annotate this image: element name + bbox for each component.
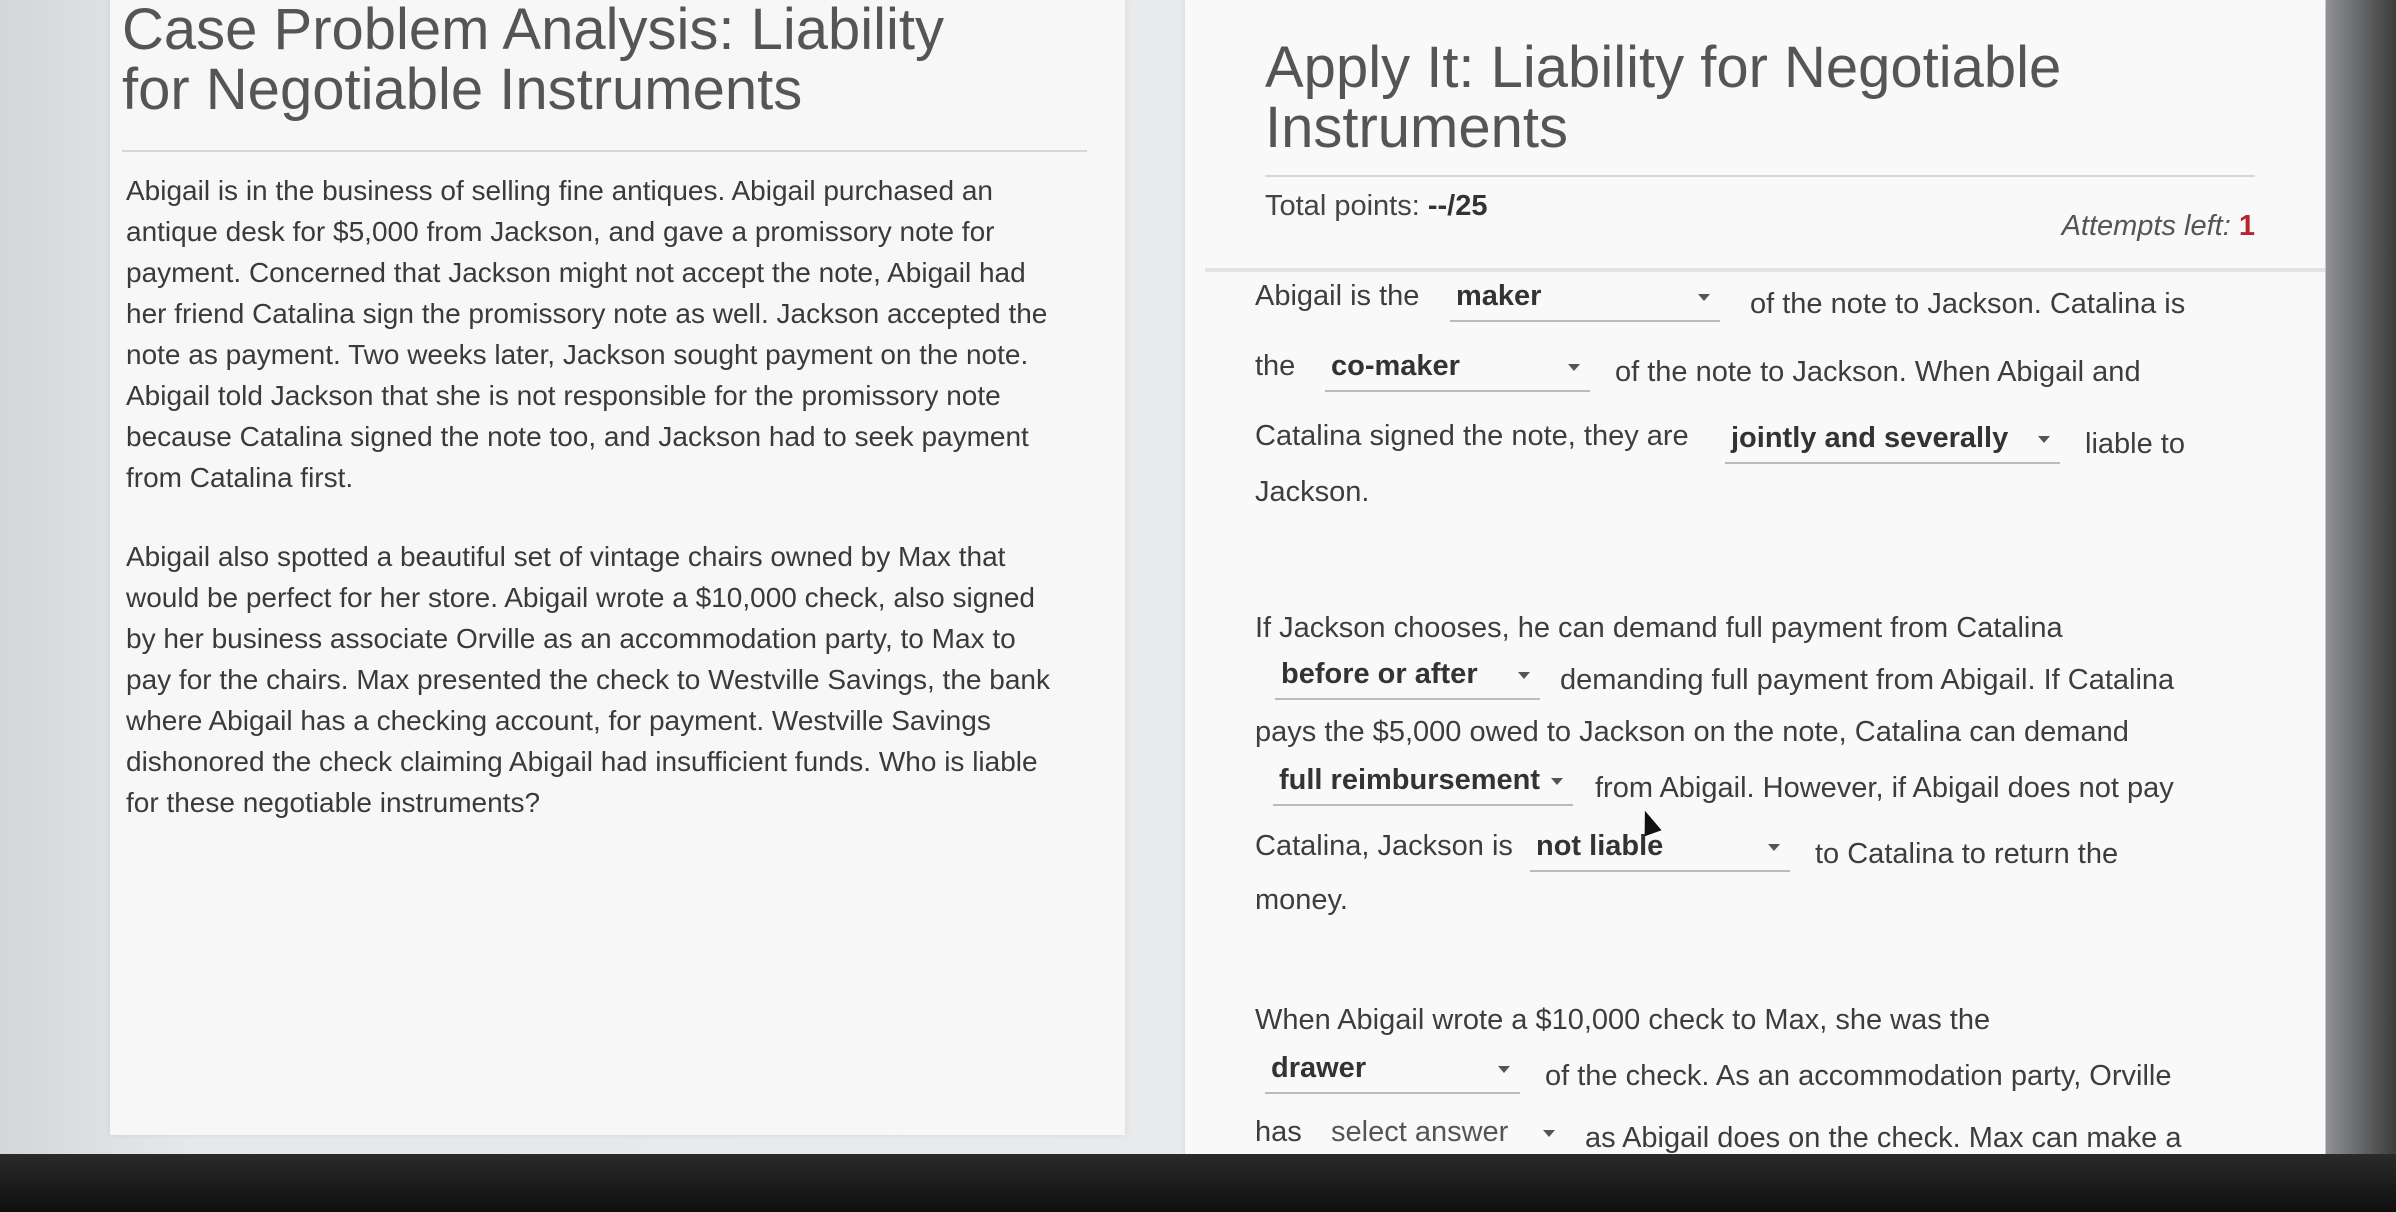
q3-text-4: as Abigail does on the check. Max can ma… — [1585, 1122, 2182, 1154]
jackson-liability-dropdown[interactable]: not liable — [1530, 830, 1790, 872]
points-row: Total points: --/25 Attempts left: 1 — [1265, 190, 2255, 242]
q2-text-7: money. — [1255, 884, 1348, 916]
q3-text-1: When Abigail wrote a $10,000 check to Ma… — [1255, 1004, 1991, 1036]
chevron-down-icon — [1551, 778, 1563, 785]
chevron-down-icon — [1698, 294, 1710, 301]
orville-liability-dropdown-value: select answer — [1331, 1116, 1509, 1148]
screen-edge — [2326, 0, 2396, 1212]
timing-dropdown[interactable]: before or after — [1275, 658, 1540, 700]
chevron-down-icon — [1498, 1066, 1510, 1073]
reimbursement-dropdown[interactable]: full reimbursement — [1273, 764, 1573, 806]
q1-text-6: liable to — [2085, 428, 2185, 460]
chevron-down-icon — [1768, 844, 1780, 851]
co-maker-dropdown[interactable]: co-maker — [1325, 350, 1590, 392]
q1-text-1: Abigail is the — [1255, 280, 1420, 312]
apply-it-title: Apply It: Liability for Negotiable Instr… — [1265, 35, 2062, 160]
q2-text-4: from Abigail. However, if Abigail does n… — [1595, 772, 2174, 804]
q3-text-2: of the check. As an accommodation party,… — [1545, 1060, 2172, 1092]
total-points-label: Total points: — [1265, 190, 1420, 222]
q2-text-2: demanding full payment from Abigail. If … — [1560, 664, 2175, 696]
chevron-down-icon — [1543, 1130, 1555, 1137]
case-paragraph-2: Abigail also spotted a beautiful set of … — [126, 541, 1050, 818]
co-maker-dropdown-value: co-maker — [1331, 350, 1460, 382]
orville-liability-dropdown[interactable]: select answer — [1325, 1116, 1565, 1158]
attempts-left-value: 1 — [2238, 210, 2255, 242]
reimbursement-dropdown-value: full reimbursement — [1279, 764, 1541, 796]
q1-text-2: of the note to Jackson. Catalina is — [1750, 288, 2186, 320]
drawer-dropdown-value: drawer — [1271, 1052, 1367, 1084]
drawer-dropdown[interactable]: drawer — [1265, 1052, 1520, 1094]
q2-text-5: Catalina, Jackson is — [1255, 830, 1513, 862]
chevron-down-icon — [1568, 364, 1580, 371]
timing-dropdown-value: before or after — [1281, 658, 1478, 690]
maker-dropdown-value: maker — [1456, 280, 1542, 312]
attempts-left: Attempts left: 1 — [2062, 210, 2255, 243]
liability-type-dropdown-value: jointly and severally — [1731, 422, 2009, 454]
case-problem-panel: Case Problem Analysis: Liability for Neg… — [110, 0, 1125, 1135]
case-paragraph-1: Abigail is in the business of selling fi… — [126, 175, 1048, 493]
chevron-down-icon — [2038, 436, 2050, 443]
apply-it-panel: Apply It: Liability for Negotiable Instr… — [1185, 0, 2325, 1170]
screen-bezel — [0, 1154, 2396, 1212]
q1-text-7: Jackson. — [1255, 476, 1370, 508]
q2-text-3: pays the $5,000 owed to Jackson on the n… — [1255, 716, 2129, 748]
case-problem-title: Case Problem Analysis: Liability for Neg… — [122, 0, 945, 122]
q1-text-5: Catalina signed the note, they are — [1255, 420, 1689, 452]
title-divider — [122, 150, 1087, 152]
attempts-left-label: Attempts left: — [2061, 210, 2231, 242]
total-points-value: --/25 — [1427, 190, 1488, 222]
q3-text-3: has — [1255, 1116, 1302, 1148]
q2-text-1: If Jackson chooses, he can demand full p… — [1255, 612, 2063, 644]
chevron-down-icon — [1518, 672, 1530, 679]
maker-dropdown[interactable]: maker — [1450, 280, 1720, 322]
q2-text-6: to Catalina to return the — [1815, 838, 2119, 870]
q1-text-4: of the note to Jackson. When Abigail and — [1615, 356, 2141, 388]
header-divider — [1205, 268, 2325, 272]
liability-type-dropdown[interactable]: jointly and severally — [1725, 422, 2060, 464]
apply-title-divider — [1265, 175, 2255, 177]
q1-text-3: the — [1255, 350, 1296, 382]
